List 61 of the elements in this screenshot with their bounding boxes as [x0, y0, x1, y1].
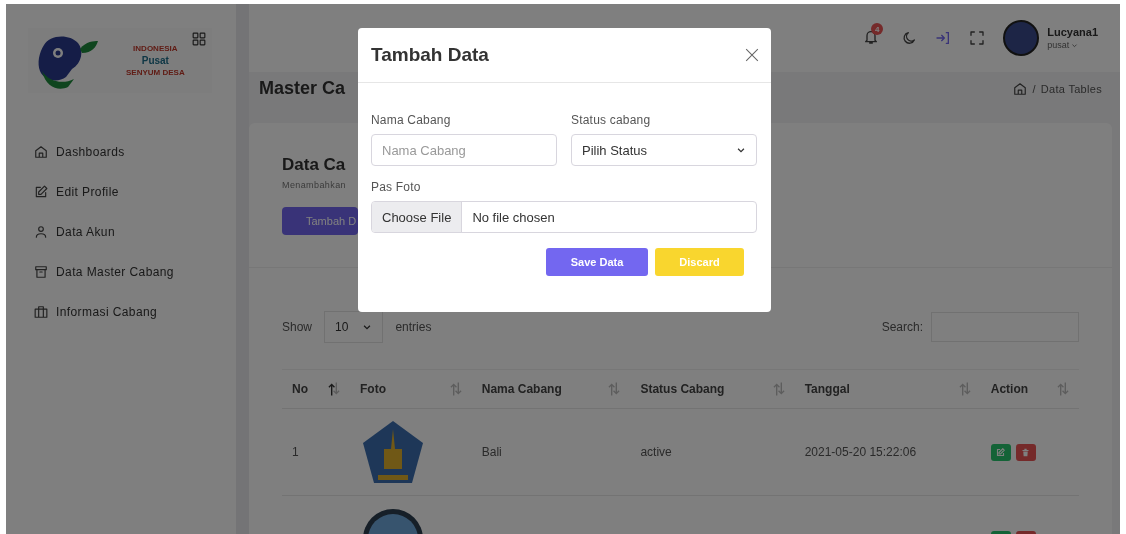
- menu-item[interactable]: Data Master Cabang: [34, 261, 236, 283]
- fullscreen-icon[interactable]: [969, 30, 986, 46]
- breadcrumb-separator: /: [1032, 82, 1036, 95]
- trash-icon: [1021, 447, 1031, 457]
- chevron-down-icon: [362, 322, 373, 332]
- table-cell: active: [640, 445, 672, 459]
- home-icon[interactable]: [1013, 81, 1028, 96]
- grid-icon[interactable]: [192, 32, 206, 46]
- close-icon: [745, 48, 759, 62]
- logo-text: SENYUM DESA: [126, 68, 185, 77]
- close-button[interactable]: [745, 48, 759, 62]
- search-label: Search:: [881, 320, 923, 334]
- table-cell: 2021-05-20 15:22:06: [804, 445, 917, 459]
- column-header[interactable]: No: [292, 382, 308, 396]
- menu-item[interactable]: Dashboards: [34, 141, 236, 163]
- column-header[interactable]: Action: [990, 382, 1029, 396]
- table-cell: 1: [292, 445, 299, 459]
- edit-icon: [996, 447, 1006, 457]
- user-icon: [34, 225, 48, 239]
- column-header[interactable]: Tanggal: [804, 382, 850, 396]
- briefcase-icon: [34, 305, 48, 319]
- moon-icon[interactable]: [901, 30, 918, 46]
- length-label: Show: [282, 320, 313, 334]
- login-icon[interactable]: [935, 30, 952, 46]
- status-select[interactable]: Pilih Status: [571, 134, 757, 166]
- table-cell: Bali: [481, 445, 502, 459]
- entries-select[interactable]: 10: [324, 311, 384, 343]
- avatar[interactable]: [1003, 20, 1040, 56]
- menu-item[interactable]: Data Akun: [34, 221, 236, 243]
- home-icon: [34, 145, 48, 159]
- menu-item[interactable]: Informasi Cabang: [34, 301, 236, 323]
- card-subtitle: Menambahkan: [282, 180, 346, 190]
- logo-text: Pusat: [141, 55, 169, 66]
- user-name: Lucyana1: [1047, 26, 1098, 38]
- delete-button[interactable]: [1015, 443, 1036, 461]
- field-label: Nama Cabang: [371, 113, 452, 127]
- notification-badge: 4: [871, 23, 884, 35]
- save-button[interactable]: Save Data: [546, 248, 648, 276]
- field-label: Pas Foto: [371, 180, 422, 194]
- column-header[interactable]: Foto: [359, 382, 386, 396]
- bell-icon[interactable]: [863, 29, 880, 45]
- modal-title: Tambah Data: [371, 44, 489, 66]
- choose-file-button[interactable]: Choose File: [372, 202, 463, 232]
- user-role[interactable]: pusat: [1047, 40, 1070, 50]
- file-status: No file chosen: [471, 209, 555, 225]
- column-header[interactable]: Status Cabang: [640, 382, 725, 396]
- card-title: Data Ca: [282, 155, 346, 175]
- breadcrumb-item: Data Tables: [1040, 82, 1102, 95]
- menu-item[interactable]: Edit Profile: [34, 181, 236, 203]
- edit-button[interactable]: [990, 443, 1011, 461]
- page-title: Master Ca: [259, 78, 346, 99]
- archive-icon: [34, 265, 48, 279]
- add-data-button[interactable]: Tambah D: [282, 207, 358, 235]
- sort-icon[interactable]: [327, 382, 340, 396]
- input-field[interactable]: Nama Cabang: [371, 134, 557, 166]
- logo-text: INDONESIA: [133, 44, 178, 53]
- edit-icon: [34, 185, 48, 199]
- column-header[interactable]: Nama Cabang: [481, 382, 562, 396]
- chevron-down-icon: [736, 145, 746, 155]
- length-label: entries: [395, 320, 432, 334]
- field-label: Status cabang: [571, 113, 652, 127]
